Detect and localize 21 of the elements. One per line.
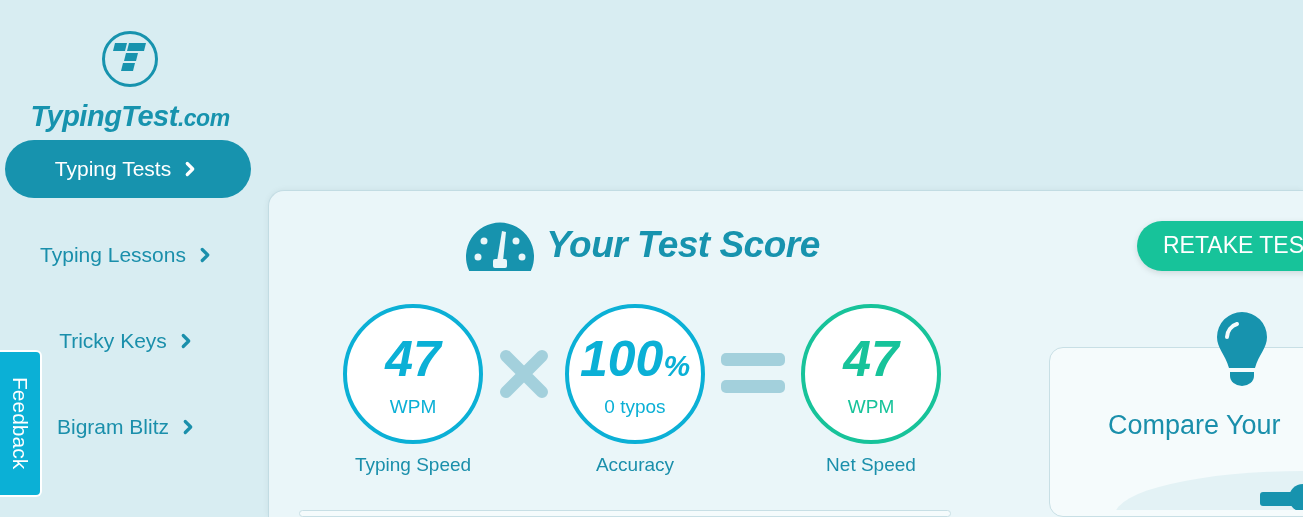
compare-title: Compare Your bbox=[1108, 409, 1282, 441]
nav-link[interactable]: Bigram Blitz bbox=[51, 398, 205, 456]
stat-value: 47 bbox=[843, 334, 899, 384]
stat-label: Typing Speed bbox=[354, 454, 472, 476]
stat-value: 100% bbox=[579, 334, 691, 384]
equals-icon bbox=[721, 353, 785, 395]
stat-unit: WPM bbox=[847, 396, 895, 418]
logo-text[interactable]: TypingTest.com bbox=[30, 100, 230, 133]
nav-link[interactable]: Tricky Keys bbox=[53, 312, 203, 370]
logo-icon bbox=[101, 30, 159, 88]
nav-link[interactable]: Typing Tests bbox=[5, 140, 251, 198]
retake-button[interactable]: RETAKE TES bbox=[1137, 221, 1303, 271]
feedback-tab[interactable]: Feedback bbox=[0, 350, 42, 497]
times-icon bbox=[498, 348, 550, 400]
nav-link[interactable]: Typing Lessons bbox=[34, 226, 222, 284]
score-title: Your Test Score bbox=[546, 224, 820, 266]
stat-unit: 0 typos bbox=[604, 396, 666, 418]
stat-label: Net Speed bbox=[826, 454, 916, 476]
stat-value: 47 bbox=[385, 334, 441, 384]
stat-label: Accuracy bbox=[595, 454, 675, 476]
stat-unit: WPM bbox=[389, 396, 437, 418]
